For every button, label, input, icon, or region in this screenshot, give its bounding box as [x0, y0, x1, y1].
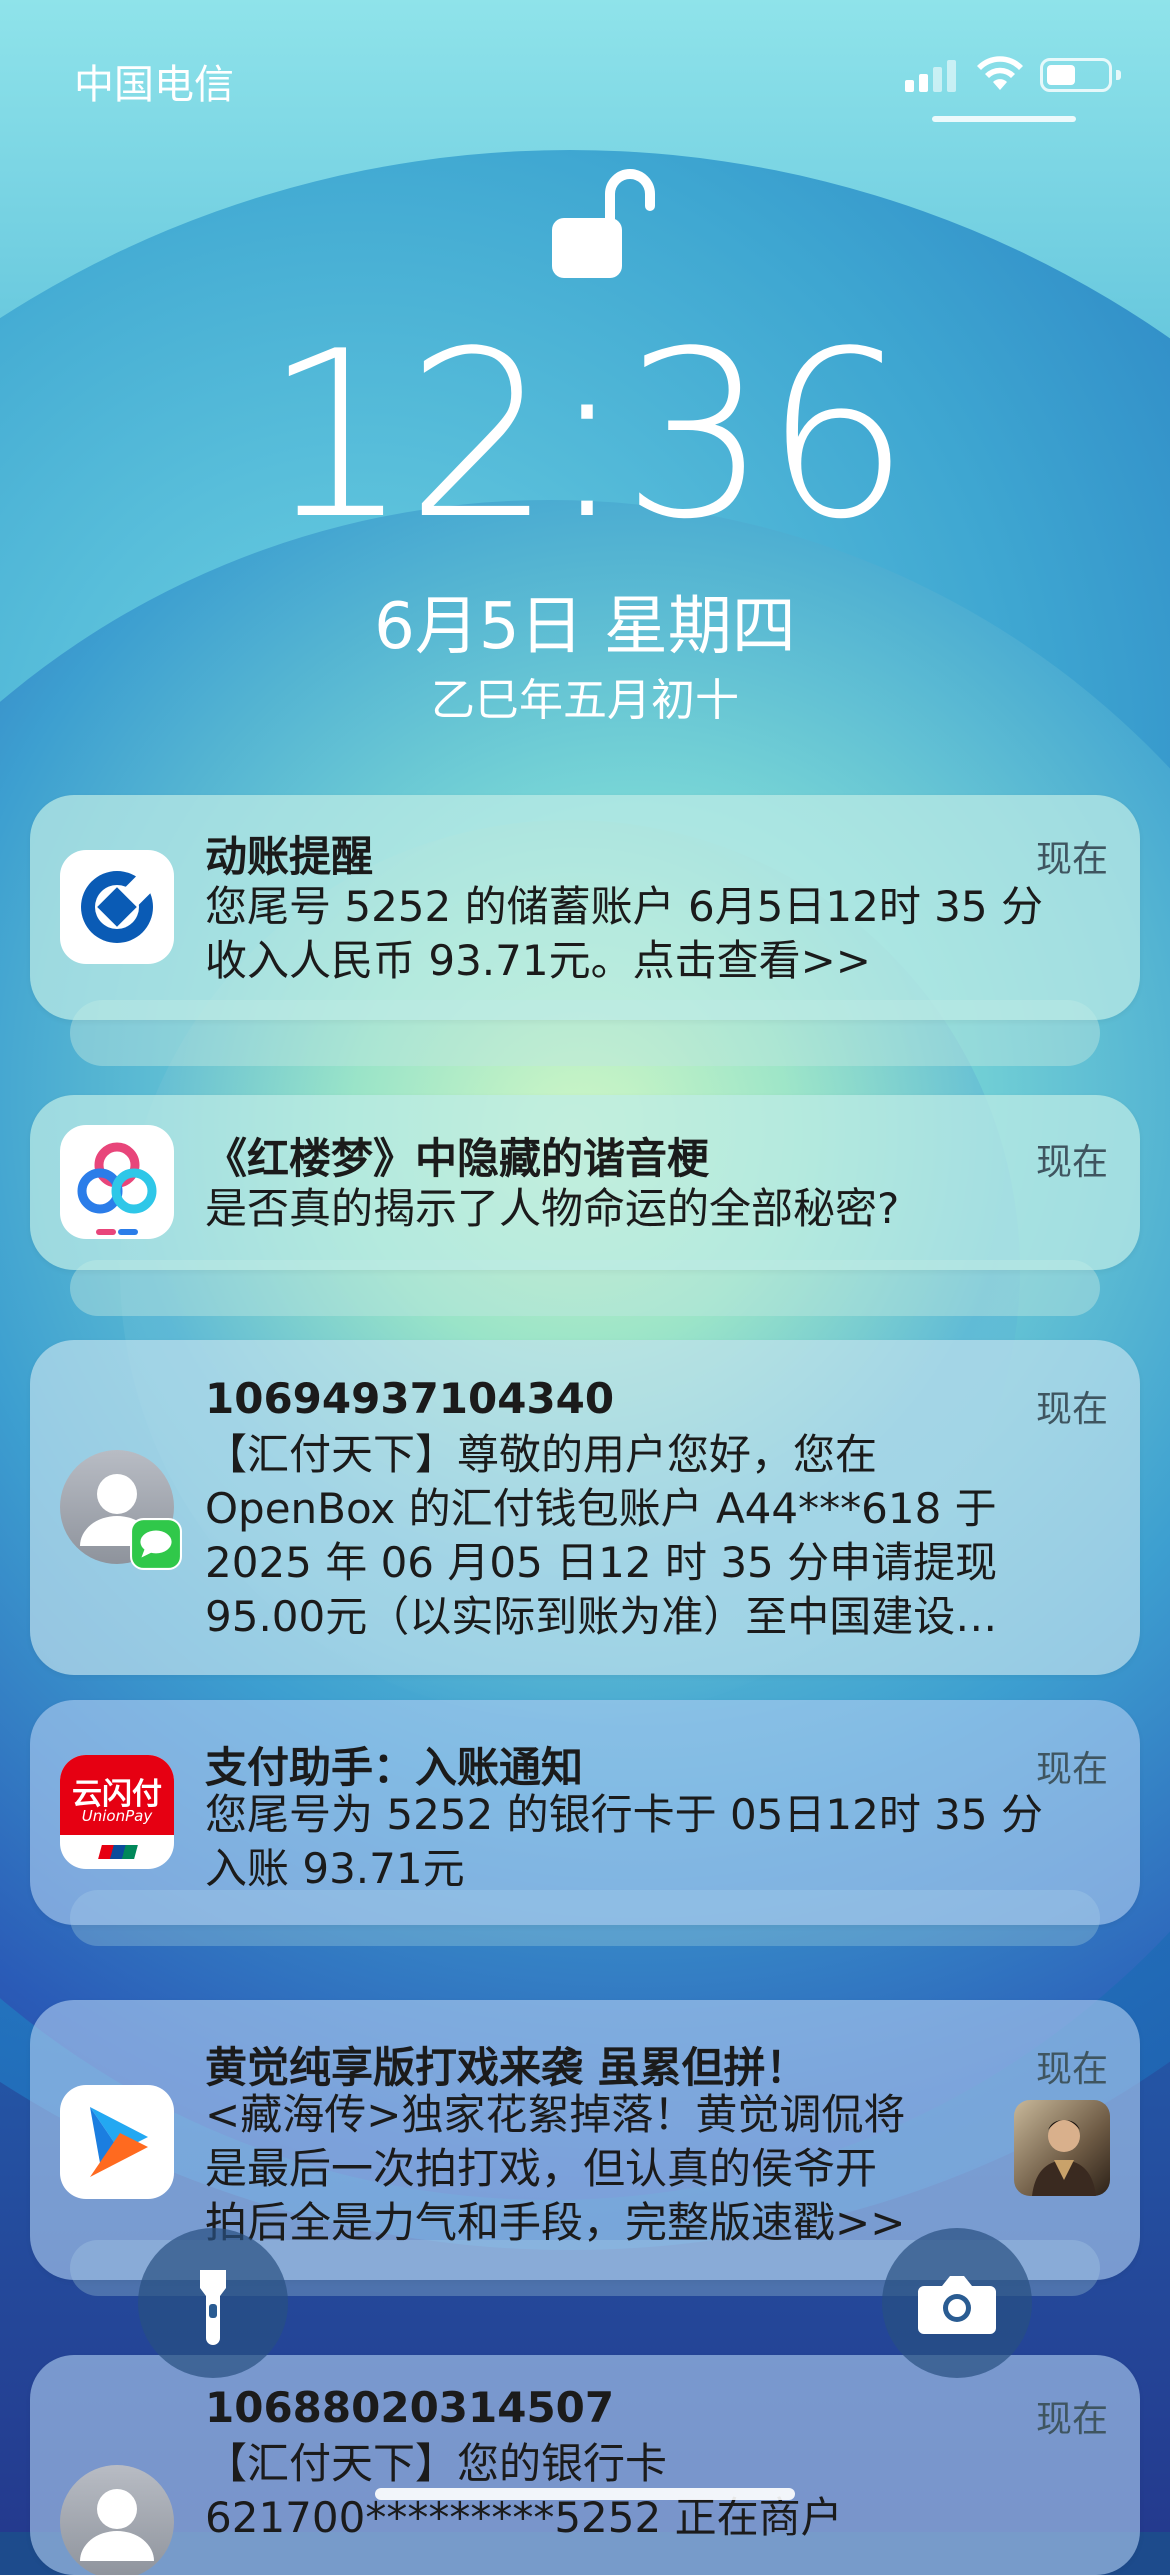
notification-body-line: 您尾号 5252 的储蓄账户 6月5日12时 35 分	[205, 882, 1043, 931]
battery-icon	[1040, 58, 1121, 92]
notification-body-line: 是最后一次拍打戏，但认真的侯爷开	[205, 2144, 878, 2193]
notification-body-line: 拍后全是力气和手段，完整版速戳>>	[205, 2198, 906, 2247]
notification-body-line: 收入人民币 93.71元。点击查看>>	[205, 936, 871, 985]
contact-avatar-icon	[60, 1450, 182, 1570]
notification-time: 现在	[1035, 1142, 1108, 1183]
notification-time: 现在	[1035, 2049, 1108, 2090]
contact-avatar-icon	[60, 2465, 174, 2575]
notification-title: 动账提醒	[205, 832, 374, 881]
notification-body-line: OpenBox 的汇付钱包账户 A44***618 于	[205, 1484, 997, 1533]
messages-badge-icon	[130, 1518, 182, 1570]
unionpay-quickpass-icon: 云闪付 UnionPay	[60, 1755, 174, 1869]
notification-title: 10694937104340	[205, 1374, 615, 1423]
notification-body: 您尾号为 5252 的银行卡于 05日12时 35 分 入账 93.71元	[205, 1788, 1110, 1896]
actor-thumbnail	[1014, 2100, 1110, 2196]
notification-body-line: 您尾号为 5252 的银行卡于 05日12时 35 分	[205, 1790, 1043, 1839]
notification-time: 现在	[1035, 839, 1108, 880]
notification-body-line: 【汇付天下】尊敬的用户您好，您在	[205, 1430, 878, 1479]
notification-body-line: 2025 年 06 月05 日12 时 35 分申请提现	[205, 1538, 998, 1587]
flashlight-icon	[200, 2270, 226, 2345]
lock-screen-date: 6月5日 星期四	[374, 590, 796, 664]
cellular-signal-icon	[905, 60, 956, 92]
youku-video-icon	[60, 2085, 174, 2199]
ccb-bank-icon	[60, 850, 174, 964]
lock-screen-time: 12:36	[263, 303, 911, 570]
unionpay-icon-subtext: UnionPay	[81, 1807, 153, 1825]
camera-icon	[918, 2276, 996, 2334]
notification-time: 现在	[1035, 1389, 1108, 1430]
wifi-icon	[977, 56, 1023, 90]
lock-screen-lunar-date: 乙巳年五月初十	[431, 675, 739, 726]
camera-button[interactable]	[882, 2228, 1032, 2378]
notification-body: 【汇付天下】尊敬的用户您好，您在 OpenBox 的汇付钱包账户 A44***6…	[205, 1428, 1110, 1644]
status-bar: 中国电信	[0, 0, 1170, 150]
notification-body: <藏海传>独家花絮掉落！黄觉调侃将 是最后一次拍打戏，但认真的侯爷开 拍后全是力…	[205, 2088, 990, 2250]
notification-title: 10688020314507	[205, 2383, 615, 2432]
notification-body-line: <藏海传>独家花絮掉落！黄觉调侃将	[205, 2090, 906, 2139]
notification-body-line: 【汇付天下】您的银行卡	[205, 2439, 668, 2488]
notification-body: 您尾号 5252 的储蓄账户 6月5日12时 35 分 收入人民币 93.71元…	[205, 880, 1110, 988]
notification-time: 现在	[1035, 2399, 1108, 2440]
control-center-indicator[interactable]	[932, 116, 1076, 122]
notification-body: 是否真的揭示了人物命运的全部秘密?	[205, 1182, 1110, 1236]
notification-body-line: 是否真的揭示了人物命运的全部秘密?	[205, 1184, 900, 1233]
notification-body-line: 入账 93.71元	[205, 1844, 465, 1893]
notification-card[interactable]: 云闪付 UnionPay 支付助手：入账通知 现在 您尾号为 5252 的银行卡…	[30, 1700, 1140, 1925]
notification-body-line: 95.00元（以实际到账为准）至中国建设…	[205, 1592, 998, 1641]
notification-card[interactable]: 动账提醒 现在 您尾号 5252 的储蓄账户 6月5日12时 35 分 收入人民…	[30, 795, 1140, 1020]
flashlight-button[interactable]	[138, 2228, 288, 2378]
unlocked-padlock-icon	[552, 169, 655, 278]
home-indicator[interactable]	[375, 2488, 795, 2500]
baidu-app-icon	[60, 1125, 174, 1239]
notification-card[interactable]: 10694937104340 现在 【汇付天下】尊敬的用户您好，您在 OpenB…	[30, 1340, 1140, 1675]
carrier-label: 中国电信	[74, 62, 234, 108]
notification-card[interactable]: 10688020314507 现在 【汇付天下】您的银行卡 621700****…	[30, 2355, 1140, 2575]
notification-title: 黄觉纯享版打戏来袭 虽累但拼！	[205, 2043, 808, 2092]
notification-card[interactable]: 《红楼梦》中隐藏的谐音梗 现在 是否真的揭示了人物命运的全部秘密?	[30, 1095, 1140, 1270]
notification-time: 现在	[1035, 1749, 1108, 1790]
notification-title: 《红楼梦》中隐藏的谐音梗	[205, 1134, 710, 1183]
notification-title: 支付助手：入账通知	[205, 1743, 584, 1792]
